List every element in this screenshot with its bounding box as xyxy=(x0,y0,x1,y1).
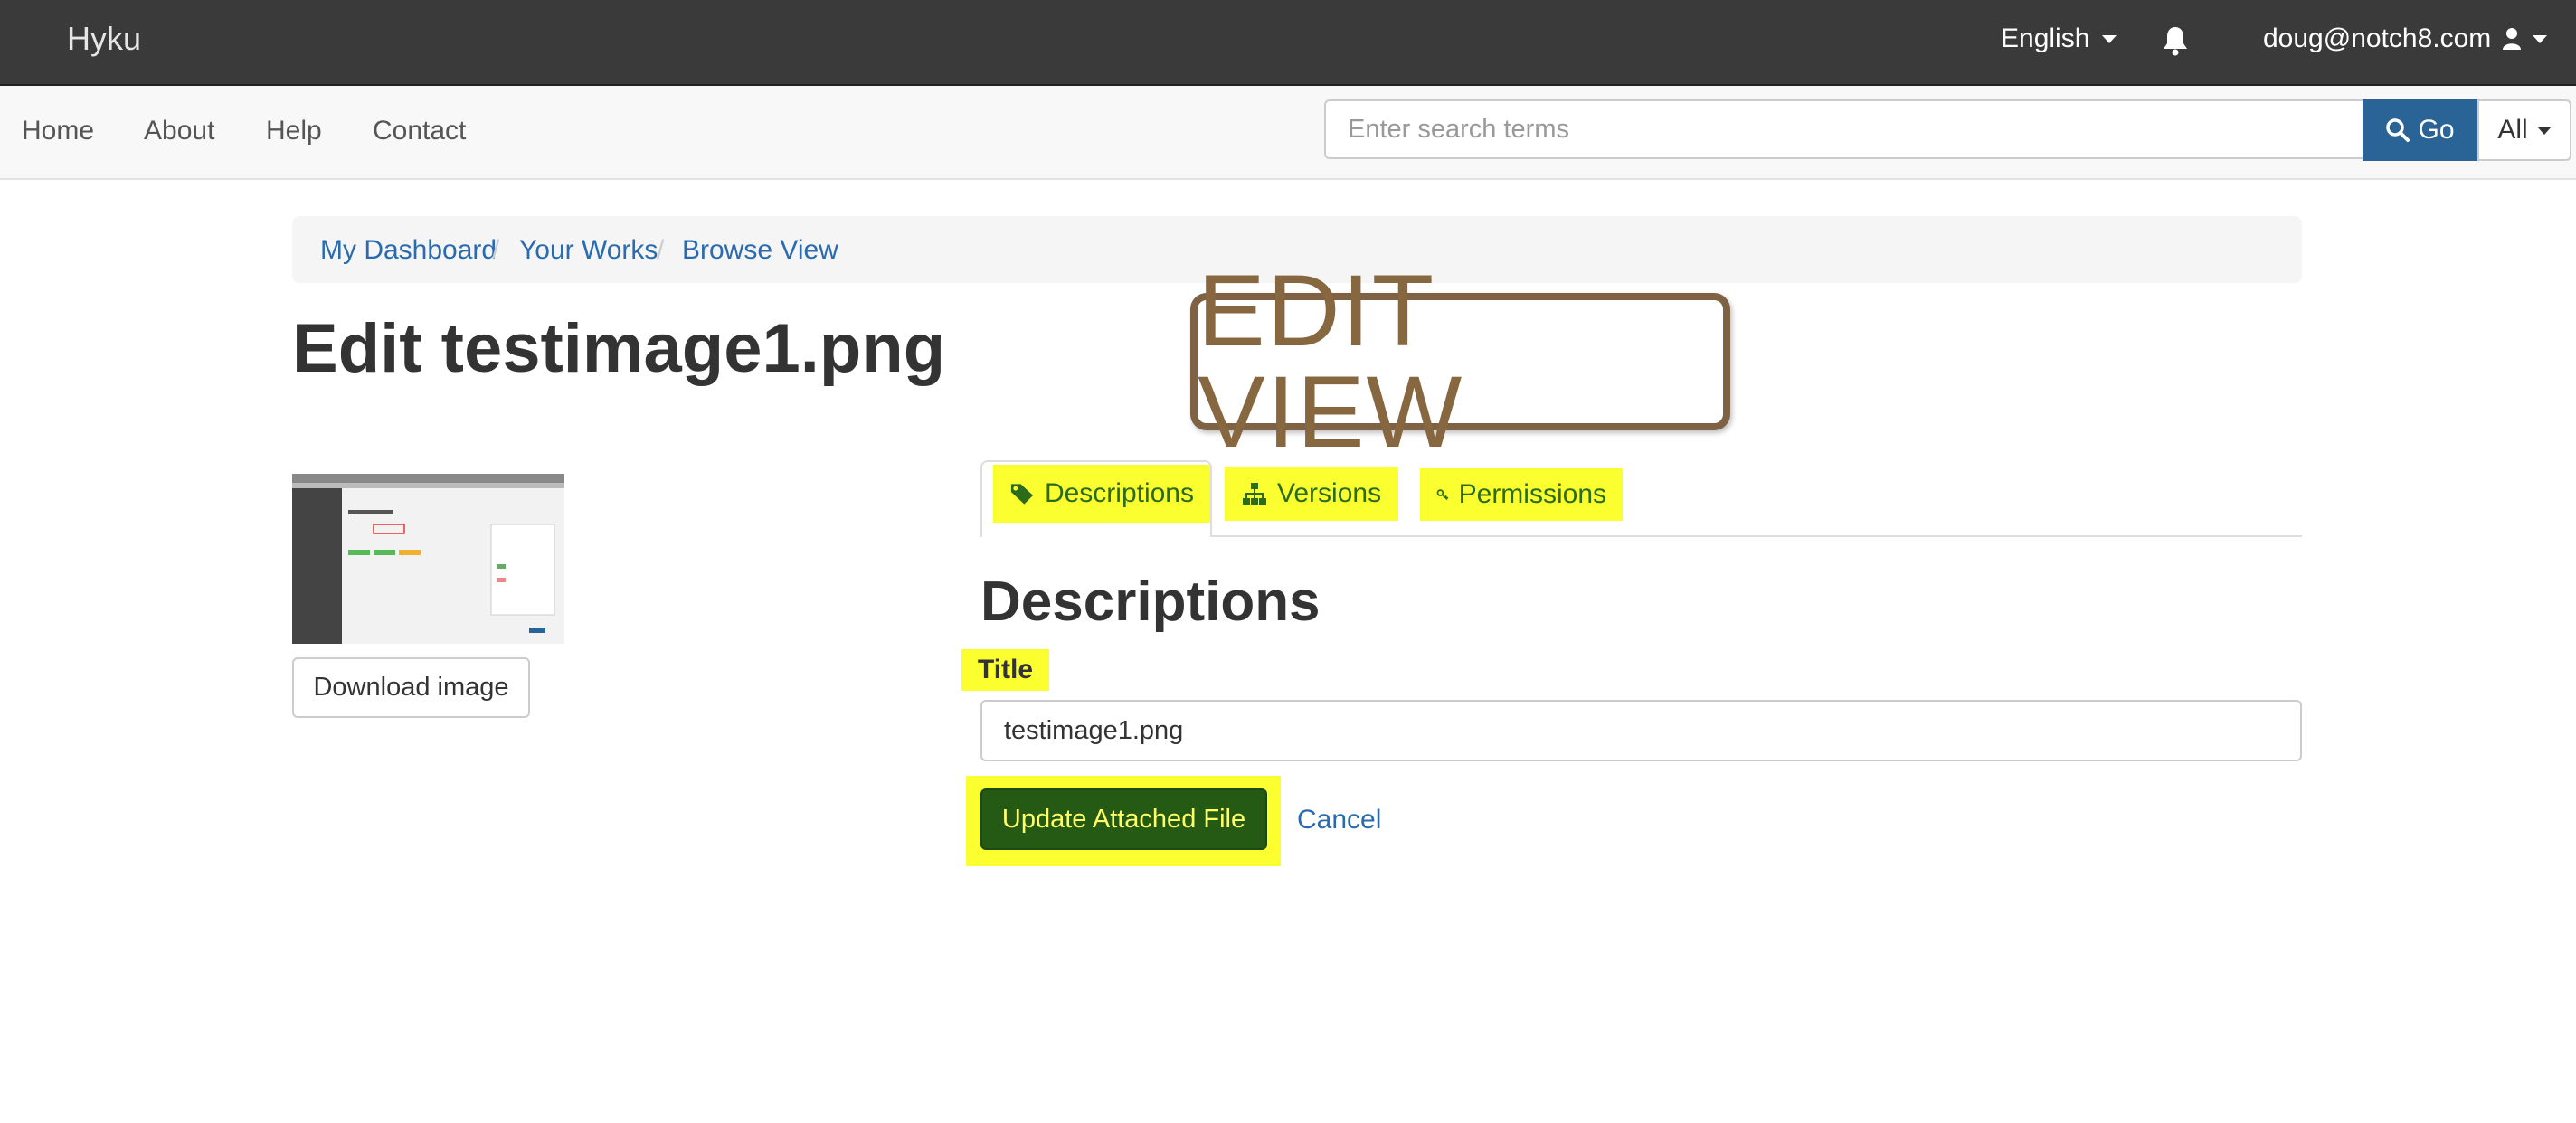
tab-permissions[interactable]: Permissions xyxy=(1420,468,1623,521)
download-image-button[interactable]: Download image xyxy=(292,657,530,718)
breadcrumb-browse-view[interactable]: Browse View xyxy=(682,235,838,266)
language-label: English xyxy=(2001,24,2090,53)
sitemap-icon xyxy=(1243,483,1266,505)
tags-icon xyxy=(1010,484,1034,505)
title-input[interactable] xyxy=(980,700,2302,761)
brand-link[interactable]: Hyku xyxy=(67,20,141,58)
chevron-down-icon xyxy=(2536,126,2552,135)
title-field-label: Title xyxy=(961,649,1049,691)
thumbnail-image xyxy=(292,474,564,644)
nav-link-about[interactable]: About xyxy=(144,116,214,146)
update-attached-file-button[interactable]: Update Attached File xyxy=(980,788,1267,850)
search-scope-dropdown[interactable]: All xyxy=(2477,99,2571,161)
user-icon xyxy=(2503,28,2522,50)
top-navbar: Hyku English doug@notch8.com xyxy=(0,0,2576,86)
tab-permissions-label: Permissions xyxy=(1458,479,1606,509)
edit-view-annotation-text: EDIT VIEW xyxy=(1198,254,1464,468)
breadcrumb-separator: / xyxy=(492,235,500,265)
key-icon xyxy=(1436,489,1449,500)
search-input[interactable] xyxy=(1324,99,2363,159)
breadcrumb-separator: / xyxy=(657,235,665,265)
search-go-label: Go xyxy=(2418,115,2455,145)
cancel-link[interactable]: Cancel xyxy=(1297,805,1381,835)
breadcrumb-your-works[interactable]: Your Works xyxy=(519,235,658,266)
bell-icon[interactable] xyxy=(2162,25,2189,56)
user-email: doug@notch8.com xyxy=(2263,24,2492,53)
search-scope-label: All xyxy=(2497,115,2528,145)
nav-link-home[interactable]: Home xyxy=(22,116,94,146)
file-thumbnail xyxy=(292,474,564,644)
tab-versions-label: Versions xyxy=(1277,478,1382,508)
search-go-button[interactable]: Go xyxy=(2363,99,2477,161)
nav-link-contact[interactable]: Contact xyxy=(373,116,466,146)
user-menu[interactable]: doug@notch8.com xyxy=(2263,24,2548,54)
chevron-down-icon xyxy=(2102,34,2117,43)
tab-descriptions-label: Descriptions xyxy=(1044,478,1194,508)
edit-view-annotation: EDIT VIEW xyxy=(1190,260,1730,463)
breadcrumb-my-dashboard[interactable]: My Dashboard xyxy=(320,235,497,266)
language-dropdown[interactable]: English xyxy=(2001,24,2117,54)
page-title: Edit testimage1.png xyxy=(292,310,946,387)
search-icon xyxy=(2386,118,2410,142)
nav-link-help[interactable]: Help xyxy=(266,116,322,146)
tab-versions[interactable]: Versions xyxy=(1225,467,1398,521)
section-title: Descriptions xyxy=(980,571,1321,633)
chevron-down-icon xyxy=(2533,34,2548,43)
tab-descriptions[interactable]: Descriptions xyxy=(993,465,1210,523)
